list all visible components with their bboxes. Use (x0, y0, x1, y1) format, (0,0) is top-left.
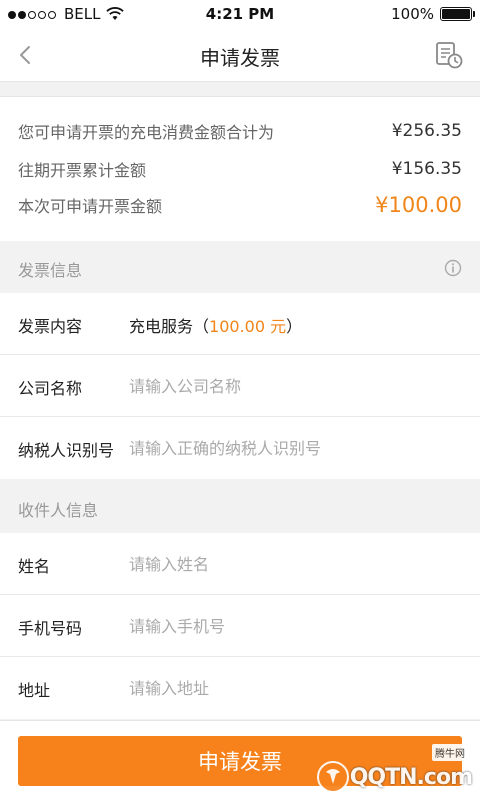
address-row: 地址 (0, 657, 480, 719)
company-row: 公司名称 (0, 355, 480, 417)
name-row: 姓名 (0, 533, 480, 595)
content-text: 充电服务（ (129, 317, 210, 336)
summary-row-total: 您可申请开票的充电消费金额合计为 ¥256.35 (18, 119, 462, 143)
carrier-name: BELL (64, 5, 101, 23)
summary-row-available: 本次可申请开票金额 ¥100.00 (18, 193, 462, 217)
battery-fill (442, 9, 470, 19)
content-close: ） (286, 317, 303, 336)
watermark-sub: 腾牛网 (432, 744, 468, 761)
tax-id-input[interactable] (129, 431, 459, 465)
signal-strength-icon (8, 5, 58, 23)
form-label: 公司名称 (18, 379, 83, 398)
address-input[interactable] (129, 671, 459, 705)
summary-value: ¥256.35 (391, 121, 462, 141)
chevron-left-icon[interactable] (12, 40, 40, 70)
summary-value: ¥156.35 (391, 159, 462, 179)
recipient-section-header: 收件人信息 (0, 481, 480, 533)
amount-summary: 您可申请开票的充电消费金额合计为 ¥256.35 往期开票累计金额 ¥156.3… (0, 96, 480, 241)
form-label: 姓名 (18, 557, 51, 576)
status-right: 100% (391, 5, 475, 23)
summary-label: 往期开票累计金额 (18, 161, 147, 180)
section-title: 发票信息 (18, 261, 83, 280)
watermark-logo-icon (316, 761, 349, 793)
invoice-content-value: 充电服务（100.00 元） (129, 313, 302, 337)
status-left: BELL (8, 5, 125, 23)
name-input[interactable] (129, 547, 459, 581)
invoice-form: 发票内容 充电服务（100.00 元） 公司名称 纳税人识别号 (0, 293, 480, 479)
summary-row-past: 往期开票累计金额 ¥156.35 (18, 157, 462, 181)
battery-icon (440, 7, 475, 21)
invoice-section-header: 发票信息 (0, 241, 480, 293)
phone-row: 手机号码 (0, 595, 480, 657)
summary-label: 您可申请开票的充电消费金额合计为 (18, 123, 275, 142)
watermark: 腾牛网 QQTN.com (316, 744, 473, 794)
page-title: 申请发票 (200, 46, 280, 70)
invoice-content-row: 发票内容 充电服务（100.00 元） (0, 293, 480, 355)
tax-id-row: 纳税人识别号 (0, 417, 480, 479)
phone-input[interactable] (129, 609, 459, 643)
form-label: 手机号码 (18, 619, 83, 638)
form-label: 发票内容 (18, 317, 83, 336)
wifi-icon (106, 7, 125, 20)
recipient-form: 姓名 手机号码 地址 (0, 533, 480, 719)
info-icon[interactable] (444, 259, 462, 277)
invoice-history-icon[interactable] (434, 40, 464, 70)
watermark-text: QQTN.com (349, 764, 473, 790)
section-title: 收件人信息 (18, 501, 99, 520)
available-amount: ¥100.00 (375, 193, 462, 217)
company-name-input[interactable] (129, 369, 459, 403)
form-label: 地址 (18, 681, 51, 700)
battery-percent: 100% (391, 5, 434, 23)
status-bar: BELL 4:21 PM 100% (0, 0, 480, 28)
summary-label: 本次可申请开票金额 (18, 197, 163, 216)
form-label: 纳税人识别号 (18, 441, 115, 460)
content-amount: 100.00 元 (209, 317, 287, 336)
nav-bar: 申请发票 (0, 28, 480, 82)
